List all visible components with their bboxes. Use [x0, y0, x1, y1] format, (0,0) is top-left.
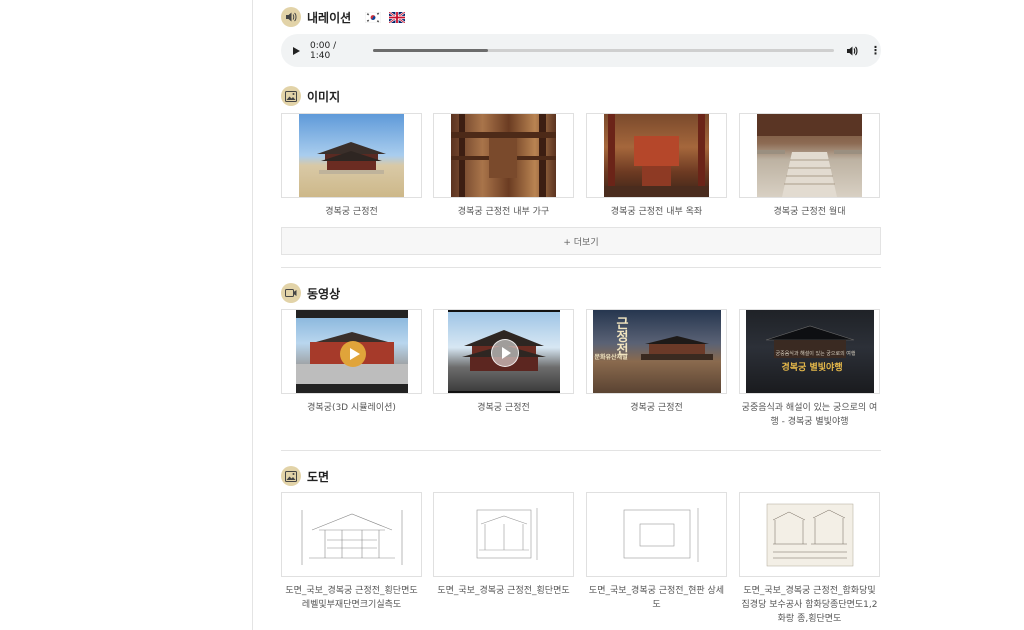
- drawing-preview: [623, 507, 698, 562]
- left-border-line: [252, 0, 253, 630]
- section-divider: [281, 267, 881, 268]
- video-overlay-side: 문화유산채널: [594, 354, 628, 361]
- video-overlay-subtitle: 궁중음식과 해설이 있는 궁으로의 여행: [775, 351, 856, 357]
- video-overlay-title: 경복궁 별빛야행: [781, 363, 843, 373]
- drawing-caption: 도면_국보_경복궁 근정전_함화당및집경당 보수공사 함화당종단면도1,2 화랑…: [741, 586, 878, 624]
- drawing-thumbnail[interactable]: [586, 492, 727, 577]
- speaker-icon: [281, 7, 301, 27]
- volume-icon[interactable]: [846, 45, 858, 57]
- drawing-caption: 도면_국보_경복궁 근정전_횡단면도 레벨및부재단면크기실측도: [285, 586, 418, 610]
- image-thumbnail[interactable]: [739, 113, 880, 198]
- image-caption: 경복궁 근정전 내부 옥좌: [610, 207, 703, 217]
- video-thumbnail[interactable]: [433, 309, 574, 394]
- drawing-caption: 도면_국보_경복궁 근정전_횡단면도: [437, 586, 570, 596]
- drawing-card[interactable]: 도면_국보_경복궁 근정전_횡단면도 레벨및부재단면크기실측도: [281, 492, 422, 612]
- video-camera-icon: [281, 283, 301, 303]
- audio-time: 0:00 / 1:40: [310, 40, 337, 61]
- audio-player: 0:00 / 1:40 ⋮: [281, 34, 881, 67]
- video-card[interactable]: 궁중음식과 해설이 있는 궁으로의 여행 경복궁 별빛야행 궁중음식과 해설이 …: [739, 309, 880, 429]
- image-caption: 경복궁 근정전 내부 가구: [457, 207, 550, 217]
- audio-progress-fill: [372, 49, 489, 52]
- image-icon: [281, 86, 301, 106]
- images-header: 이미지: [281, 86, 340, 106]
- image-thumbnail[interactable]: [281, 113, 422, 198]
- narration-header: 내레이션: [281, 7, 406, 27]
- drawing-thumbnail[interactable]: [433, 492, 574, 577]
- drawing-thumbnail[interactable]: [281, 492, 422, 577]
- image-thumbnail[interactable]: [433, 113, 574, 198]
- image-thumbnail[interactable]: [586, 113, 727, 198]
- images-title: 이미지: [307, 89, 341, 104]
- drawing-thumbnail[interactable]: [739, 492, 880, 577]
- drawing-preview: [476, 507, 537, 560]
- image-caption: 경복궁 근정전 월대: [773, 207, 846, 217]
- more-options-icon[interactable]: ⋮: [870, 45, 881, 56]
- video-card[interactable]: 경복궁(3D 시뮬레이션): [281, 309, 422, 415]
- drawing-preview: [766, 503, 853, 566]
- drawings-header: 도면: [281, 466, 329, 486]
- drawing-card[interactable]: 도면_국보_경복궁 근정전_현판 상세도: [586, 492, 727, 612]
- videos-header: 동영상: [281, 283, 340, 303]
- video-card[interactable]: 경복궁 근정전: [433, 309, 574, 415]
- audio-progress-bar[interactable]: [372, 49, 835, 52]
- video-play-icon[interactable]: [490, 338, 519, 367]
- more-button[interactable]: + 더보기: [281, 227, 881, 255]
- drawings-title: 도면: [307, 469, 330, 484]
- play-icon[interactable]: [293, 46, 300, 55]
- videos-title: 동영상: [307, 286, 341, 301]
- video-thumbnail[interactable]: 궁중음식과 해설이 있는 궁으로의 여행 경복궁 별빛야행: [739, 309, 880, 394]
- video-thumbnail[interactable]: [281, 309, 422, 394]
- drawing-card[interactable]: 도면_국보_경복궁 근정전_횡단면도: [433, 492, 574, 598]
- video-caption: 경복궁(3D 시뮬레이션): [307, 403, 396, 413]
- image-card[interactable]: 경복궁 근정전: [281, 113, 422, 219]
- video-caption: 경복궁 근정전: [477, 403, 530, 413]
- image-card[interactable]: 경복궁 근정전 월대: [739, 113, 880, 219]
- image-card[interactable]: 경복궁 근정전 내부 옥좌: [586, 113, 727, 219]
- video-card[interactable]: 근 정 전 문화유산채널 경복궁 근정전: [586, 309, 727, 415]
- section-divider: [281, 450, 881, 451]
- image-caption: 경복궁 근정전: [325, 207, 378, 217]
- narration-title: 내레이션: [307, 10, 352, 25]
- video-caption: 경복궁 근정전: [630, 403, 683, 413]
- kr-flag-icon[interactable]: [365, 11, 382, 23]
- image-card[interactable]: 경복궁 근정전 내부 가구: [433, 113, 574, 219]
- drawing-card[interactable]: 도면_국보_경복궁 근정전_함화당및집경당 보수공사 함화당종단면도1,2 화랑…: [739, 492, 880, 626]
- drawing-preview: [301, 509, 402, 565]
- video-caption: 궁중음식과 해설이 있는 궁으로의 여행 - 경복궁 별빛야행: [741, 403, 878, 427]
- video-thumbnail[interactable]: 근 정 전 문화유산채널: [586, 309, 727, 394]
- image-icon: [281, 466, 301, 486]
- drawing-caption: 도면_국보_경복궁 근정전_현판 상세도: [588, 586, 725, 610]
- uk-flag-icon[interactable]: [389, 11, 406, 23]
